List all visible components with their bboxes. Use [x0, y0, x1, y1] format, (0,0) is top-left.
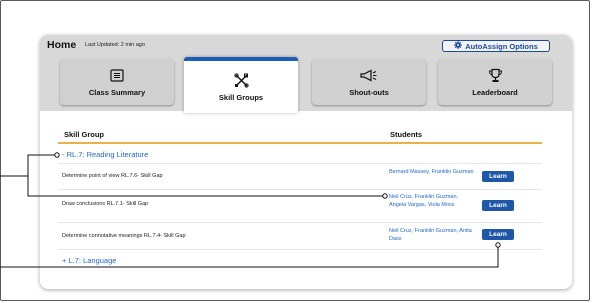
learn-button[interactable]: Learn: [482, 229, 514, 240]
skill-name: Draw conclusions RL.7.1- Skill Gap: [62, 201, 149, 207]
table-row: Determine point of view RL.7.6- Skill Ga…: [58, 164, 542, 190]
column-header-skill-group: Skill Group: [64, 130, 105, 139]
autoassign-label: AutoAssign Options: [465, 41, 538, 51]
home-card: Home Last Updated: 2 min ago AutoAssign …: [40, 35, 572, 289]
learn-button[interactable]: Learn: [482, 171, 514, 182]
tab-shout-outs[interactable]: Shout-outs: [312, 59, 426, 105]
tab-skill-groups[interactable]: Skill Groups: [184, 57, 298, 113]
tab-class-summary[interactable]: Class Summary: [60, 59, 174, 105]
student-list[interactable]: Neil Cruz, Franklin Guzman, Anita Dass: [389, 228, 474, 243]
gear-icon: [454, 41, 463, 51]
list-icon: [110, 67, 124, 83]
trophy-icon: [488, 67, 503, 83]
tools-icon: [233, 72, 249, 88]
skill-groups-table: Skill Group Students - RL.7: Reading Lit…: [58, 123, 542, 269]
last-updated-text: Last Updated: 2 min ago: [85, 42, 145, 48]
skill-name: Determine connotative meanings RL.7.4- S…: [62, 233, 186, 239]
student-list[interactable]: Bernard Massey, Franklin Guzman: [389, 169, 474, 177]
student-list[interactable]: Neil Cruz, Franklin Guzman, Angela Varga…: [389, 194, 474, 209]
tab-label: Skill Groups: [218, 93, 264, 102]
tab-label: Shout-outs: [349, 88, 389, 97]
group-row-reading-literature[interactable]: - RL.7: Reading Literature: [58, 144, 542, 164]
autoassign-options-button[interactable]: AutoAssign Options: [442, 40, 550, 52]
table-row: Draw conclusions RL.7.1- Skill Gap Neil …: [58, 190, 542, 223]
group-row-language[interactable]: + L.7: Language: [58, 250, 542, 269]
table-row: Determine connotative meanings RL.7.4- S…: [58, 223, 542, 250]
group-toggle-label[interactable]: + L.7: Language: [62, 256, 116, 265]
table-header: Skill Group Students: [58, 123, 542, 144]
tab-leaderboard[interactable]: Leaderboard: [438, 59, 552, 105]
tab-label: Leaderboard: [472, 88, 518, 97]
group-toggle-label[interactable]: - RL.7: Reading Literature: [62, 150, 148, 159]
tab-label: Class Summary: [88, 88, 146, 97]
learn-button[interactable]: Learn: [482, 200, 514, 211]
megaphone-icon: [360, 67, 378, 83]
skill-name: Determine point of view RL.7.6- Skill Ga…: [62, 173, 163, 179]
column-header-students: Students: [390, 130, 423, 139]
page-title: Home: [47, 39, 77, 51]
